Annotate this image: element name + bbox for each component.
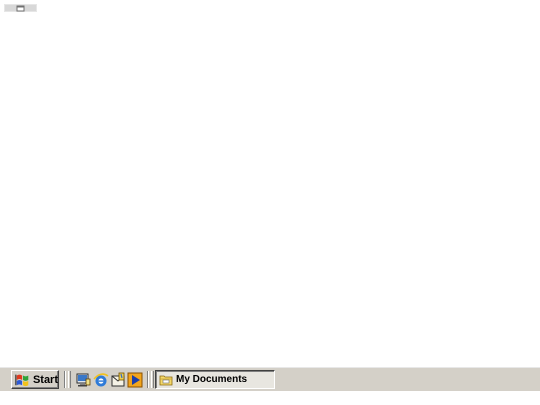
- quicklaunch-grip[interactable]: [68, 371, 71, 388]
- minimized-window-tab[interactable]: [4, 4, 37, 12]
- start-button[interactable]: Start: [11, 370, 59, 389]
- show-desktop-icon[interactable]: [75, 372, 91, 388]
- taskbar-separator: [64, 371, 66, 388]
- windows-flag-icon: [15, 374, 29, 387]
- desktop: [0, 0, 540, 366]
- small-window-icon: [16, 5, 25, 12]
- tasklist-grip[interactable]: [151, 371, 154, 388]
- taskbar-empty-area: [278, 369, 540, 390]
- folder-icon: [159, 375, 173, 385]
- screen-bottom-margin: [0, 391, 540, 405]
- taskbar: Start My Documents: [0, 366, 540, 391]
- outlook-express-icon[interactable]: [110, 372, 126, 388]
- taskbar-separator: [147, 371, 149, 388]
- start-label: Start: [32, 373, 58, 386]
- task-button-my-documents[interactable]: My Documents: [155, 370, 275, 389]
- internet-explorer-icon[interactable]: [93, 372, 109, 388]
- media-player-icon[interactable]: [127, 372, 143, 388]
- task-button-label: My Documents: [176, 374, 248, 385]
